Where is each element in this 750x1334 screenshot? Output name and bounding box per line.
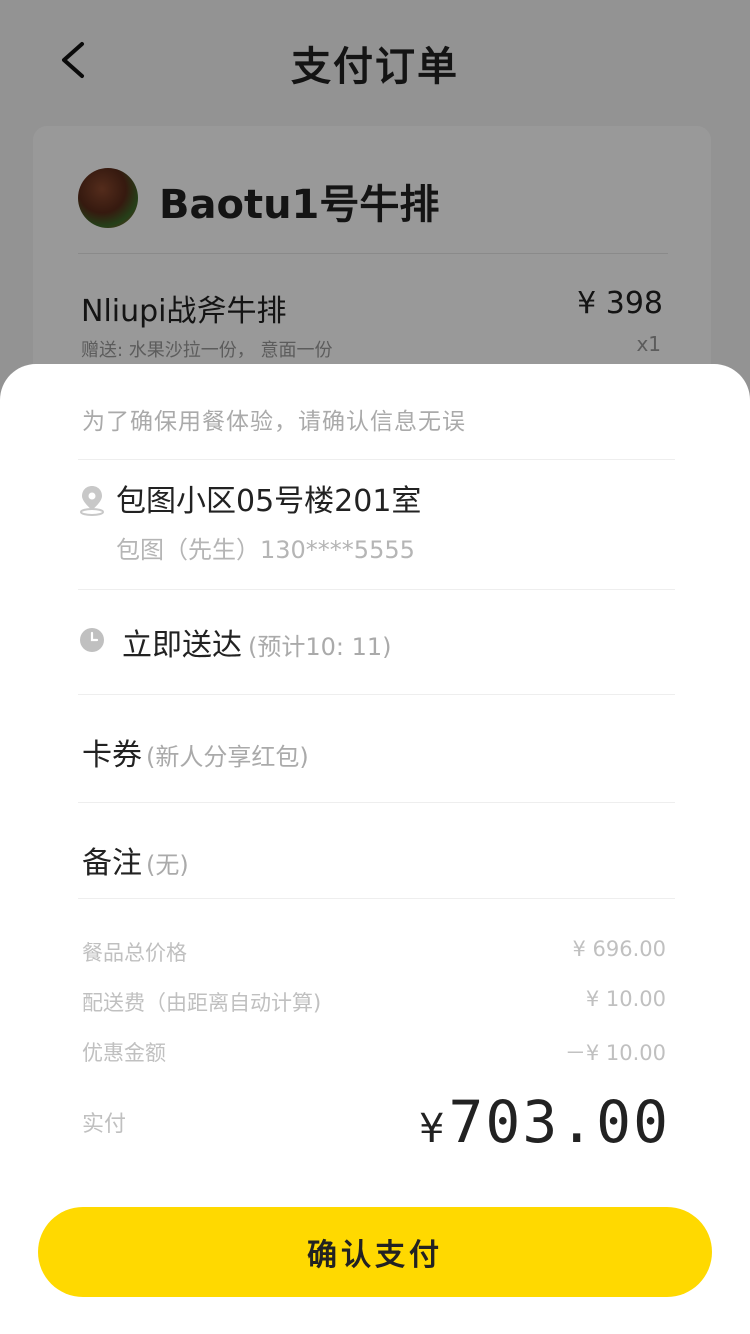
food-total-label: 餐品总价格: [82, 941, 187, 965]
note-row[interactable]: 备注 (无): [78, 802, 675, 899]
currency-symbol: ¥: [419, 1106, 445, 1152]
paid-total: ¥703.00: [419, 1088, 670, 1156]
location-pin-icon: [80, 486, 104, 516]
note-value: (无): [146, 851, 189, 879]
food-total-value: ¥ 696.00: [572, 937, 666, 961]
address-main: 包图小区05号楼201室: [116, 484, 422, 519]
delivery-fee-label: 配送费（由距离自动计算): [82, 991, 322, 1015]
address-row[interactable]: 包图小区05号楼201室 包图（先生）130****5555: [78, 460, 675, 590]
discount-value: －¥ 10.00: [564, 1041, 666, 1065]
delivery-time-row[interactable]: 立即送达 (预计10: 11): [78, 590, 675, 694]
confirm-pay-button[interactable]: 确认支付: [38, 1207, 712, 1297]
address-contact: 包图（先生）130****5555: [116, 536, 415, 564]
coupon-value: (新人分享红包): [146, 743, 309, 771]
confirm-tip: 为了确保用餐体验，请确认信息无误: [82, 409, 466, 435]
coupon-row[interactable]: 卡券 (新人分享红包): [78, 694, 675, 802]
delivery-fee-value: ¥ 10.00: [585, 987, 666, 1011]
payment-sheet: 为了确保用餐体验，请确认信息无误 包图小区05号楼201室 包图（先生）130*…: [0, 364, 750, 1334]
divider: [78, 898, 675, 899]
paid-amount: 703.00: [448, 1088, 670, 1156]
delivery-label: 立即送达: [122, 628, 242, 663]
paid-label: 实付: [82, 1112, 127, 1137]
clock-icon: [80, 628, 104, 652]
discount-label: 优惠金额: [82, 1041, 166, 1065]
coupon-label: 卡券: [82, 738, 142, 773]
note-label: 备注: [82, 846, 142, 881]
delivery-eta: (预计10: 11): [248, 633, 392, 661]
